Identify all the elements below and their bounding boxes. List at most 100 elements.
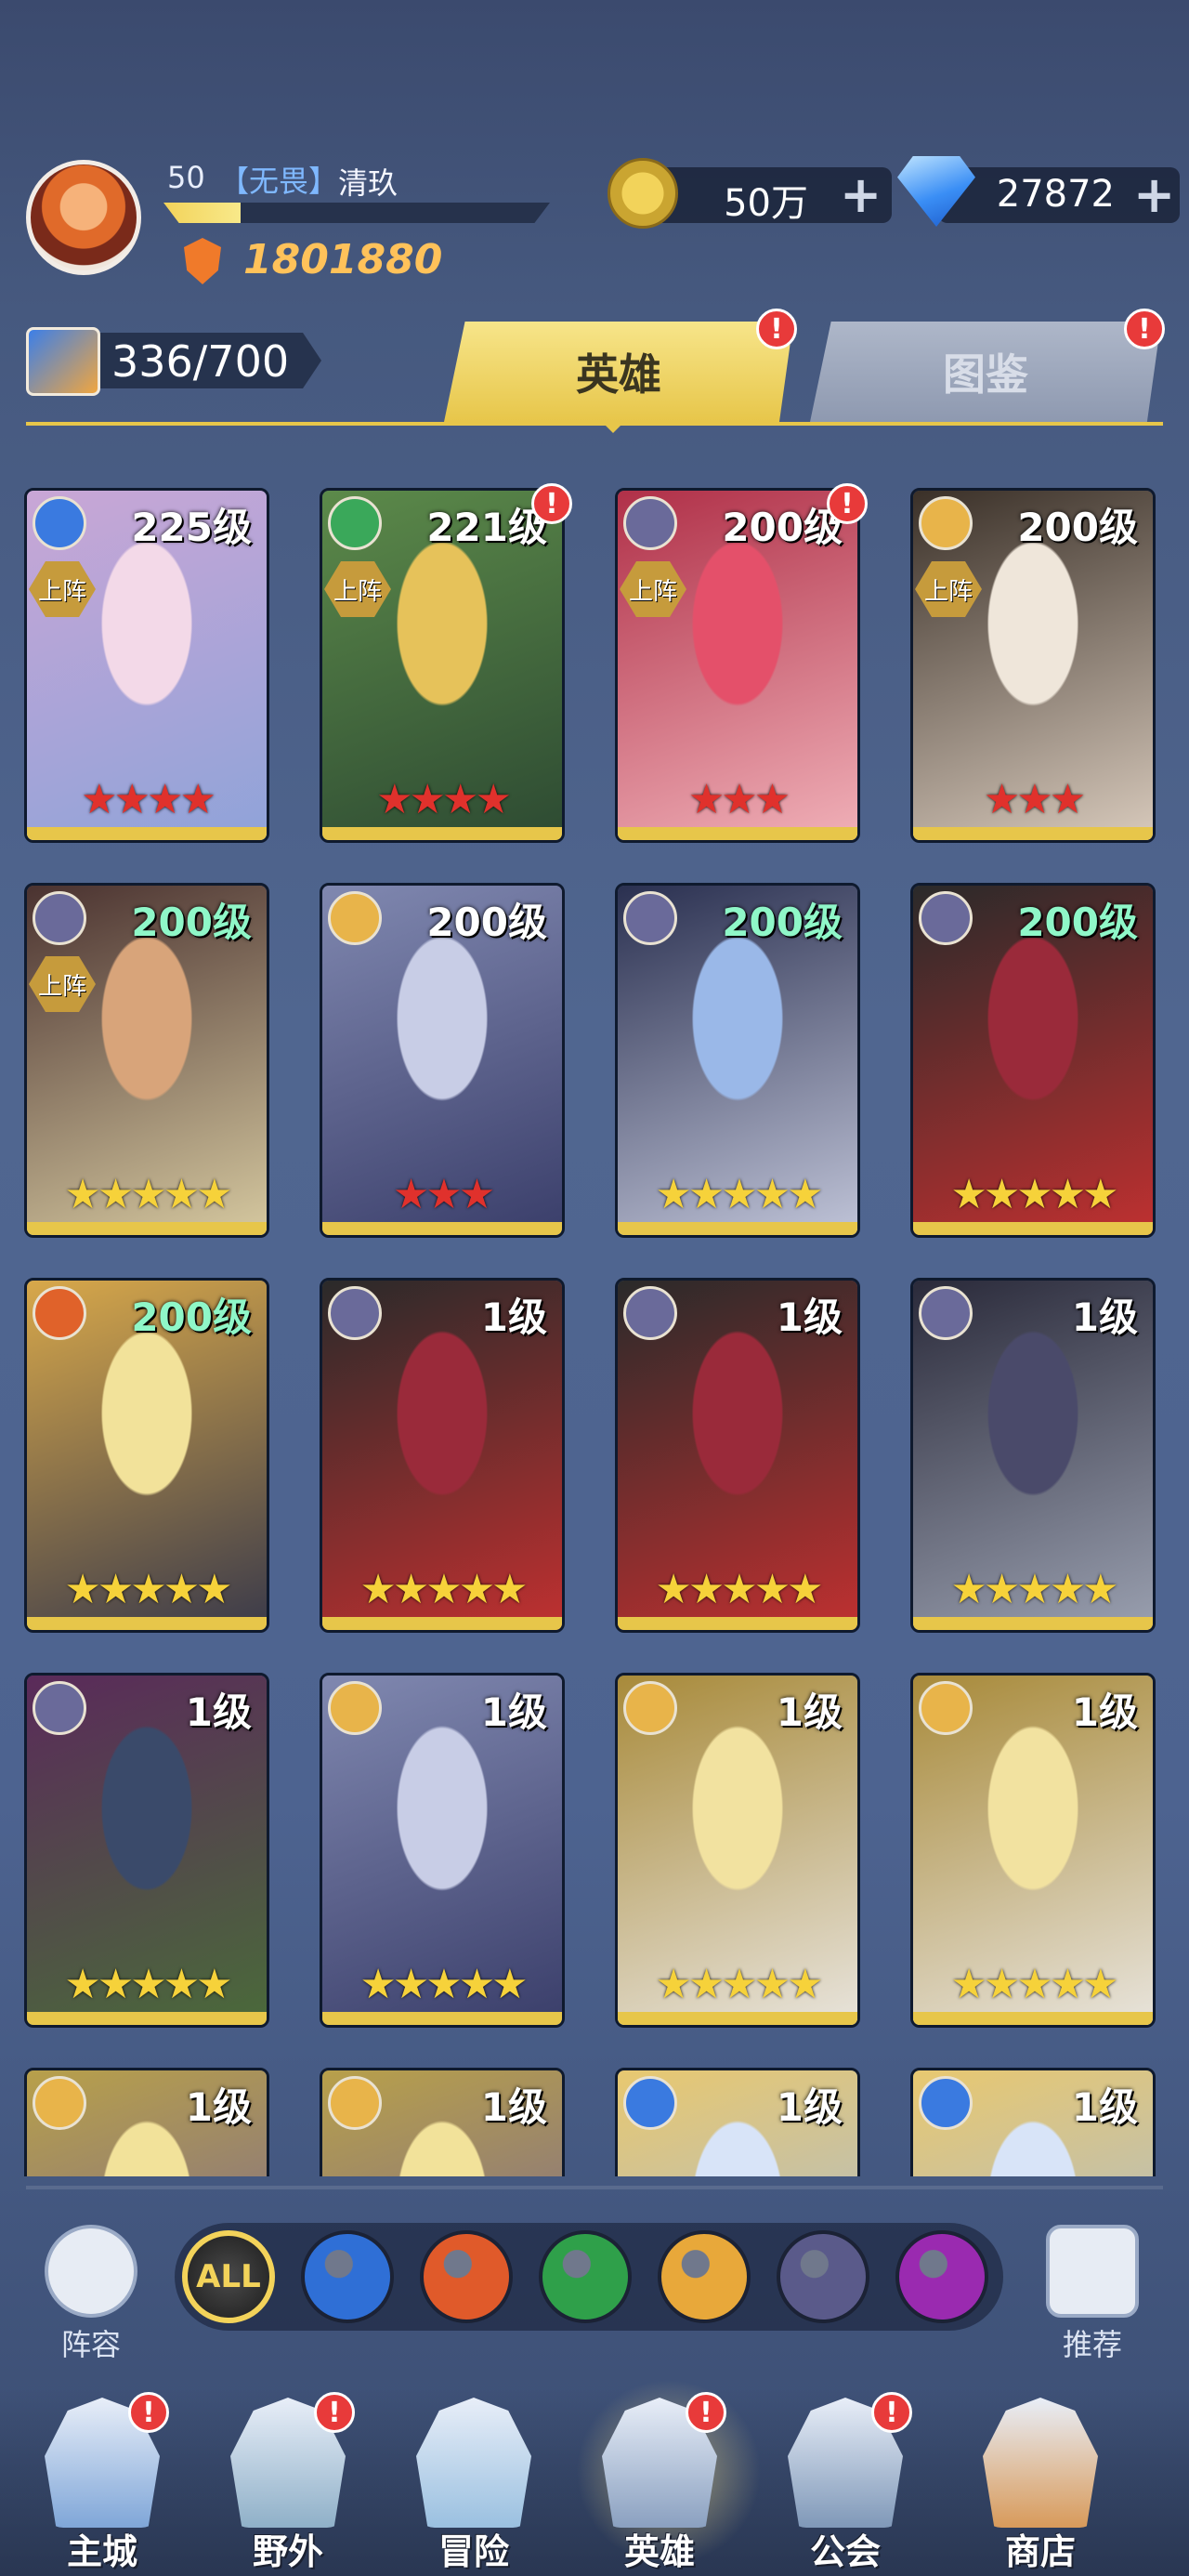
light-faction-icon (919, 1681, 973, 1735)
tab-codex[interactable]: 图鉴 (810, 322, 1161, 422)
star-rating: ★★★★★ (655, 1961, 823, 2008)
star-rating: ★★★★★ (64, 1171, 232, 1218)
hero-card[interactable]: 200级 上阵 ★★★★★ (24, 883, 269, 1238)
tab-active-caret (602, 422, 624, 433)
lineup-button[interactable]: 阵容 (37, 2225, 145, 2364)
star-rating: ★★★★★ (950, 1566, 1118, 1613)
hero-card[interactable]: 200级 ★★★★★ (24, 1278, 269, 1633)
nav-alert-badge: ! (314, 2392, 355, 2433)
light-faction-icon (328, 891, 382, 945)
hero-grid: 225级 上阵 ★★★★ 221级 上阵 ★★★★! 200级 上阵 ★★★! 200级 上阵 ★★★… (0, 483, 1189, 2176)
hero-card[interactable]: 1级 ★★★★★ (910, 1673, 1156, 2028)
hero-card[interactable]: 1级 (910, 2068, 1156, 2176)
faction-filter-strip: ALL (175, 2223, 1003, 2331)
hero-card[interactable]: 221级 上阵 ★★★★ (320, 488, 565, 843)
hero-card[interactable]: 1级 ★★★★★ (320, 1278, 565, 1633)
card-shelf (322, 1617, 562, 1630)
tab-heroes-alert-badge: ! (756, 309, 797, 349)
card-shelf (618, 827, 857, 840)
filter-light-button[interactable] (658, 2230, 751, 2323)
star-rating: ★★★★★ (950, 1171, 1118, 1218)
hero-level: 200级 (131, 900, 252, 945)
tab-heroes[interactable]: 英雄 (444, 322, 793, 422)
lineup-label: 阵容 (60, 2327, 121, 2362)
filter-dark-button[interactable] (777, 2230, 869, 2323)
hero-card[interactable]: 1级 (320, 2068, 565, 2176)
gold-coin-icon (608, 158, 678, 229)
hero-level: 1级 (480, 1689, 547, 1735)
hero-card[interactable]: 1级 ★★★★★ (910, 1278, 1156, 1633)
card-shelf (322, 2012, 562, 2025)
hero-level: 1级 (480, 1295, 547, 1340)
light-faction-icon (33, 2076, 86, 2130)
hero-card[interactable]: 200级 ★★★★★ (615, 883, 860, 1238)
hero-card[interactable]: 200级 ★★★★★ (910, 883, 1156, 1238)
card-shelf (913, 2012, 1153, 2025)
hero-card[interactable]: 225级 上阵 ★★★★ (24, 488, 269, 843)
hero-card[interactable]: 200级 上阵 ★★★ (615, 488, 860, 843)
nature-faction-icon (328, 496, 382, 550)
nav-item-3[interactable]: 英雄! (576, 2392, 743, 2574)
nav-item-0[interactable]: 主城! (19, 2392, 186, 2574)
card-shelf (322, 1222, 562, 1235)
hero-level: 200级 (1017, 505, 1138, 550)
hero-level: 1级 (1071, 1295, 1138, 1340)
star-rating: ★★★★ (376, 776, 512, 823)
gem-amount: 27872 (996, 173, 1115, 216)
star-rating: ★★★ (392, 1171, 495, 1218)
hero-level: 200级 (722, 900, 843, 945)
hero-level: 221级 (426, 505, 547, 550)
water-faction-icon (919, 2076, 973, 2130)
light-faction-icon (623, 1681, 677, 1735)
nav-item-5[interactable]: 商店 (957, 2398, 1124, 2574)
add-gems-button[interactable]: + (1133, 170, 1175, 220)
star-rating: ★★★★★ (64, 1566, 232, 1613)
star-rating: ★★★★ (81, 776, 216, 823)
card-shelf (913, 1617, 1153, 1630)
nav-label: 野外 (252, 2531, 323, 2572)
gold-amount: 50万 (724, 182, 808, 225)
hero-card[interactable]: 200级 上阵 ★★★ (910, 488, 1156, 843)
hero-level: 200级 (1017, 900, 1138, 945)
filter-fire-button[interactable] (420, 2230, 513, 2323)
nav-icon (416, 2398, 531, 2528)
filter-all-button[interactable]: ALL (182, 2230, 275, 2323)
recommend-button[interactable]: 推荐 (1037, 2225, 1148, 2364)
tab-divider (26, 422, 1163, 426)
hero-card[interactable]: 1级 ★★★★★ (320, 1673, 565, 2028)
nav-icon (983, 2398, 1098, 2528)
player-avatar[interactable] (26, 160, 141, 275)
nav-label: 主城 (66, 2531, 137, 2572)
nav-alert-badge: ! (128, 2392, 169, 2433)
dark-faction-icon (623, 1286, 677, 1340)
hero-cards-icon (26, 327, 100, 396)
card-shelf (27, 1222, 267, 1235)
light-faction-icon (328, 2076, 382, 2130)
nav-item-4[interactable]: 公会! (762, 2392, 929, 2574)
filter-void-button[interactable] (895, 2230, 988, 2323)
hero-level: 1级 (776, 1295, 843, 1340)
hero-card[interactable]: 1级 ★★★★★ (615, 1278, 860, 1633)
dark-faction-icon (33, 1681, 86, 1735)
power-icon (184, 238, 221, 284)
hero-level: 225级 (131, 505, 252, 550)
hero-count: 336/700 (111, 336, 290, 387)
hero-card[interactable]: 1级 (24, 2068, 269, 2176)
water-faction-icon (33, 496, 86, 550)
dark-faction-icon (623, 891, 677, 945)
hero-level: 200级 (426, 900, 547, 945)
hero-card[interactable]: 1级 ★★★★★ (24, 1673, 269, 2028)
thumbs-up-icon (1046, 2225, 1139, 2318)
nav-item-1[interactable]: 野外! (204, 2392, 372, 2574)
card-shelf (618, 2012, 857, 2025)
add-gold-button[interactable]: + (840, 170, 882, 220)
filter-water-button[interactable] (301, 2230, 394, 2323)
filter-nature-button[interactable] (539, 2230, 632, 2323)
hero-card[interactable]: 1级 (615, 2068, 860, 2176)
shield-icon (45, 2225, 137, 2318)
player-name: 清玖 (338, 165, 399, 201)
hero-card[interactable]: 200级 ★★★ (320, 883, 565, 1238)
hero-card[interactable]: 1级 ★★★★★ (615, 1673, 860, 2028)
dark-faction-icon (328, 1286, 382, 1340)
nav-item-2[interactable]: 冒险 (390, 2398, 557, 2574)
